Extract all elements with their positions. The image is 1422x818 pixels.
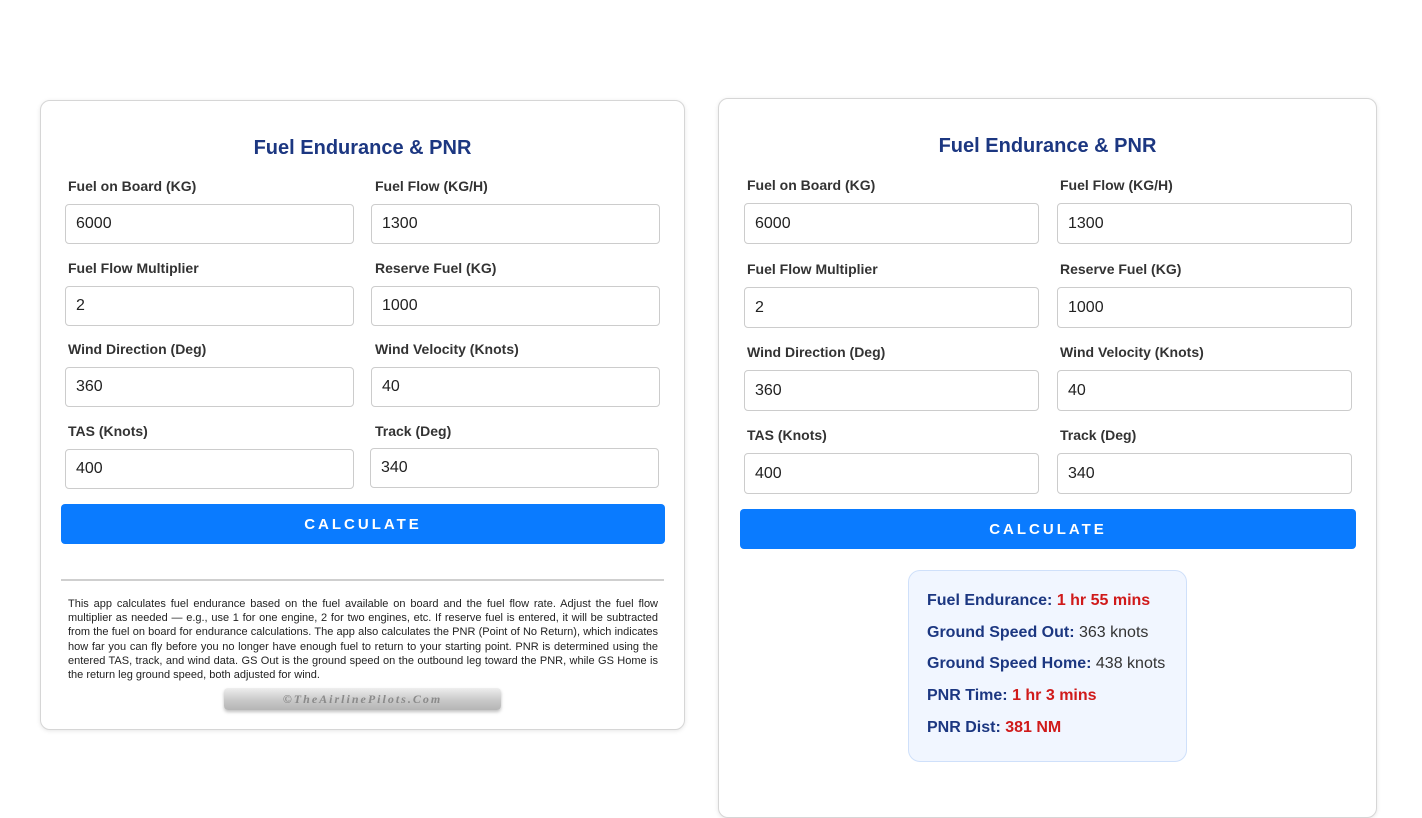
ground-speed-home-result: Ground Speed Home: 438 knots	[927, 655, 1186, 687]
result-label: PNR Dist:	[927, 718, 1001, 736]
fuel-flow-multiplier-label: Fuel Flow Multiplier	[747, 261, 878, 277]
result-value: 1 hr 3 mins	[1012, 687, 1097, 705]
result-value: 438 knots	[1095, 655, 1166, 673]
fuel-flow-multiplier-input[interactable]	[65, 286, 354, 326]
fuel-on-board-label: Fuel on Board (KG)	[68, 178, 197, 194]
result-value: 1 hr 55 mins	[1056, 592, 1151, 609]
divider	[61, 579, 664, 581]
track-label: Track (Deg)	[375, 423, 452, 439]
watermark-badge: ©TheAirlinePilots.Com	[224, 688, 501, 710]
calculate-button[interactable]: CALCULATE	[740, 509, 1356, 549]
result-label: Ground Speed Out:	[927, 623, 1075, 641]
reserve-fuel-input[interactable]	[1057, 287, 1352, 328]
tas-input[interactable]	[65, 449, 354, 489]
pnr-time-result: PNR Time: 1 hr 3 mins	[927, 687, 1186, 719]
wind-velocity-label: Wind Velocity (Knots)	[1060, 344, 1204, 360]
fuel-on-board-input[interactable]	[65, 204, 354, 244]
result-label: Fuel Endurance:	[927, 592, 1053, 609]
fuel-flow-label: Fuel Flow (KG/H)	[375, 178, 488, 194]
wind-direction-input[interactable]	[744, 370, 1039, 411]
track-input[interactable]	[1057, 453, 1352, 494]
fuel-calculator-panel-left: Fuel Endurance & PNR Fuel on Board (KG) …	[40, 100, 685, 730]
ground-speed-out-result: Ground Speed Out: 363 knots	[927, 624, 1186, 656]
reserve-fuel-input[interactable]	[371, 286, 660, 326]
result-label: PNR Time:	[927, 687, 1008, 705]
track-label: Track (Deg)	[1060, 427, 1137, 443]
wind-direction-input[interactable]	[65, 367, 354, 407]
app-description: This app calculates fuel endurance based…	[68, 598, 658, 682]
tas-label: TAS (Knots)	[747, 427, 827, 443]
wind-direction-label: Wind Direction (Deg)	[68, 341, 207, 357]
fuel-flow-multiplier-input[interactable]	[744, 287, 1039, 328]
fuel-calculator-panel-right: Fuel Endurance & PNR Fuel on Board (KG) …	[718, 98, 1377, 818]
page-title: Fuel Endurance & PNR	[938, 135, 1157, 157]
fuel-flow-label: Fuel Flow (KG/H)	[1060, 177, 1173, 193]
reserve-fuel-label: Reserve Fuel (KG)	[1060, 261, 1182, 277]
wind-direction-label: Wind Direction (Deg)	[747, 344, 886, 360]
results-box: Fuel Endurance: 1 hr 55 mins Ground Spee…	[908, 570, 1187, 762]
result-value: 381 NM	[1005, 718, 1062, 736]
result-value: 363 knots	[1079, 623, 1149, 641]
reserve-fuel-label: Reserve Fuel (KG)	[375, 260, 497, 276]
tas-input[interactable]	[744, 453, 1039, 494]
fuel-on-board-label: Fuel on Board (KG)	[747, 177, 876, 193]
pnr-distance-result: PNR Dist: 381 NM	[927, 719, 1186, 751]
wind-velocity-input[interactable]	[371, 367, 660, 407]
fuel-flow-input[interactable]	[371, 204, 660, 244]
wind-velocity-input[interactable]	[1057, 370, 1352, 411]
page-title: Fuel Endurance & PNR	[253, 137, 472, 159]
tas-label: TAS (Knots)	[68, 423, 148, 439]
track-input[interactable]	[370, 448, 659, 488]
fuel-flow-multiplier-label: Fuel Flow Multiplier	[68, 260, 199, 276]
result-label: Ground Speed Home:	[927, 655, 1092, 673]
fuel-on-board-input[interactable]	[744, 203, 1039, 244]
fuel-flow-input[interactable]	[1057, 203, 1352, 244]
calculate-button[interactable]: CALCULATE	[61, 504, 665, 544]
fuel-endurance-result: Fuel Endurance: 1 hr 55 mins	[927, 592, 1186, 624]
wind-velocity-label: Wind Velocity (Knots)	[375, 341, 519, 357]
